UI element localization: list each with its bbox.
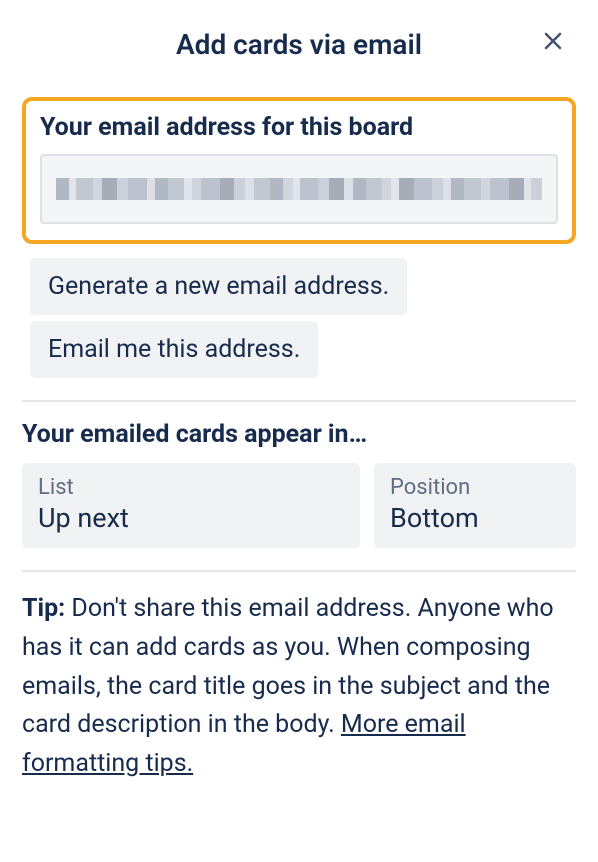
add-cards-via-email-dialog: Add cards via email Your email address f… xyxy=(0,0,598,784)
dialog-header: Add cards via email xyxy=(22,22,576,67)
list-selector[interactable]: List Up next xyxy=(22,463,360,548)
email-section-label: Your email address for this board xyxy=(40,113,558,142)
list-selector-label: List xyxy=(38,475,344,500)
destination-header: Your emailed cards appear in… xyxy=(22,420,576,449)
divider xyxy=(22,400,576,402)
destination-section: Your emailed cards appear in… List Up ne… xyxy=(22,420,576,548)
board-email-input[interactable] xyxy=(40,154,558,224)
email-me-address-button[interactable]: Email me this address. xyxy=(30,321,318,378)
position-selector[interactable]: Position Bottom xyxy=(374,463,576,548)
list-selector-value: Up next xyxy=(38,502,344,534)
dialog-title: Add cards via email xyxy=(176,28,422,61)
destination-selectors: List Up next Position Bottom xyxy=(22,463,576,548)
position-selector-value: Bottom xyxy=(390,502,560,534)
generate-new-address-button[interactable]: Generate a new email address. xyxy=(30,258,407,315)
close-button[interactable] xyxy=(536,24,570,58)
close-icon xyxy=(541,29,565,53)
position-selector-label: Position xyxy=(390,475,560,500)
tip-label: Tip: xyxy=(22,594,65,623)
email-highlight-box: Your email address for this board xyxy=(22,97,576,244)
email-actions: Generate a new email address. Email me t… xyxy=(22,252,576,378)
tip-body: Don't share this email address. Anyone w… xyxy=(22,594,554,739)
tip-paragraph: Tip: Don't share this email address. Any… xyxy=(22,590,576,784)
divider xyxy=(22,570,576,572)
redacted-email-value xyxy=(56,156,542,222)
